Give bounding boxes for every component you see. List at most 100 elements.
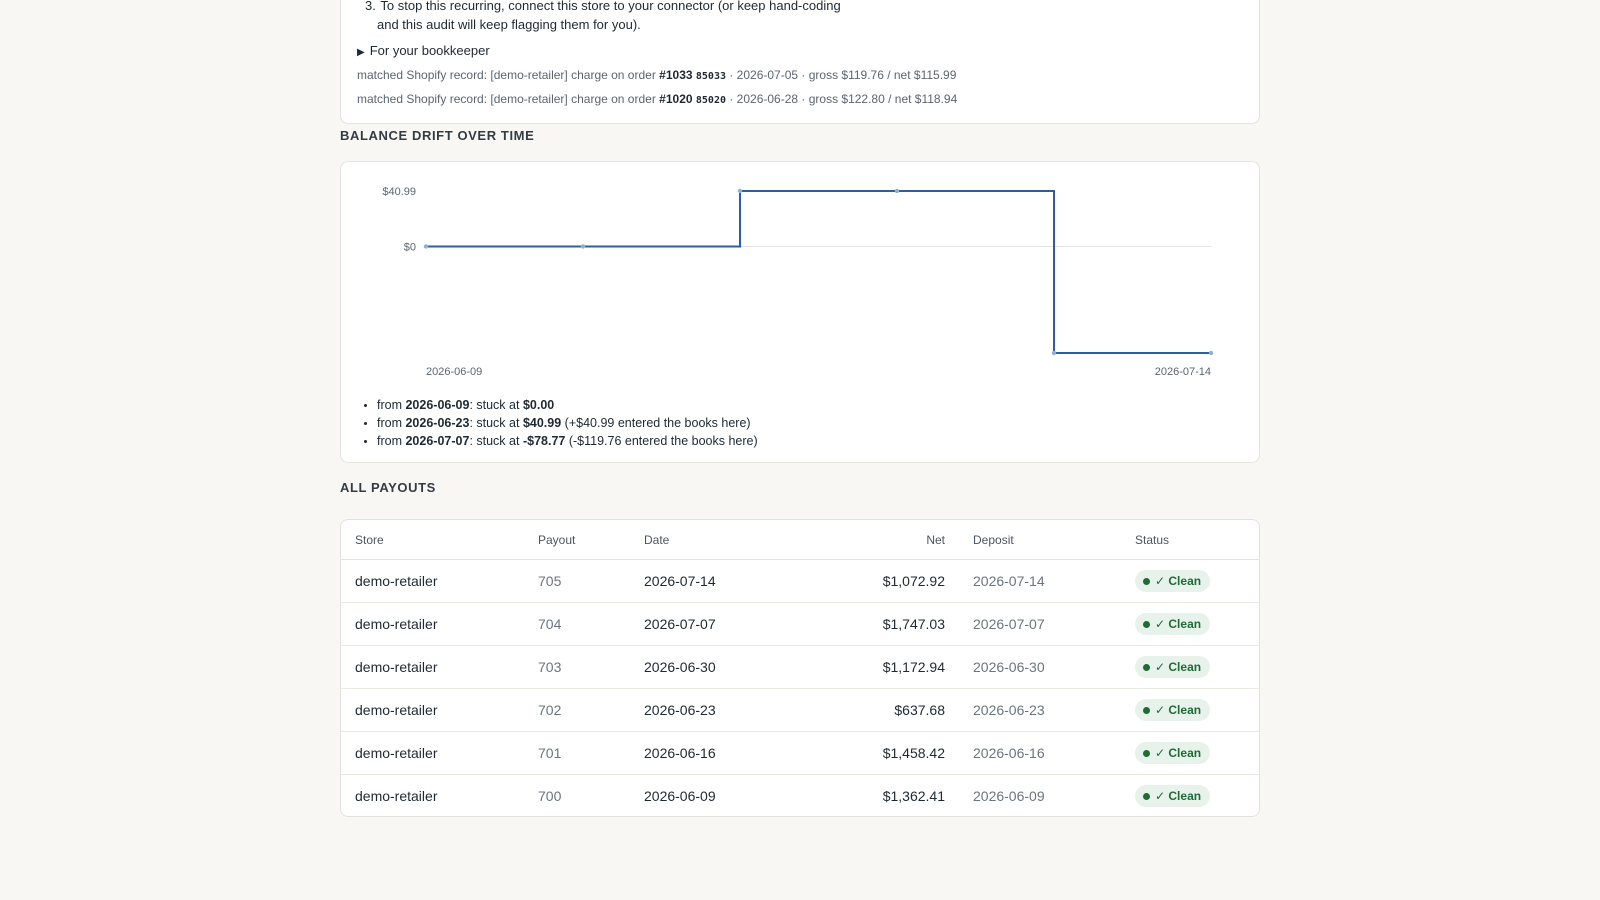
match-prefix: matched Shopify record: [demo-retailer] … [357, 92, 656, 106]
payouts-section-title: All payouts [340, 480, 436, 495]
column-header-status[interactable]: Status [1121, 520, 1259, 560]
table-row[interactable]: demo-retailer 705 2026-07-14 $1,072.92 2… [341, 559, 1259, 603]
status-text: ✓ Clean [1155, 574, 1202, 588]
match-suffix: · 2026-06-28 · gross $122.80 / net $118.… [729, 92, 958, 106]
match-code: 85033 [695, 71, 726, 82]
cell-payout: 705 [524, 559, 630, 603]
cell-date: 2026-06-09 [644, 788, 716, 804]
cell-net: $637.68 [808, 688, 959, 732]
drift-item: from 2026-06-09: stuck at $0.00 [377, 396, 758, 414]
y-tick-label: $0 [404, 241, 416, 253]
cell-payout: 702 [524, 688, 630, 732]
step-3-line-1: 3. To stop this recurring, connect this … [365, 0, 841, 13]
status-dot-icon [1143, 792, 1150, 800]
status-text: ✓ Clean [1155, 746, 1202, 760]
status-dot-icon [1143, 663, 1150, 671]
cell-payout: 703 [524, 645, 630, 689]
cell-deposit: 2026-07-14 [959, 559, 1121, 603]
cell-deposit: 2026-06-16 [959, 731, 1121, 775]
column-header-date[interactable]: Date [630, 520, 808, 560]
bookkeeper-disclosure[interactable]: ▶ For your bookkeeper [357, 43, 490, 58]
cell-date: 2026-06-30 [630, 645, 808, 689]
column-header-payout[interactable]: Payout [524, 520, 630, 560]
status-dot-icon [1143, 577, 1150, 585]
data-point [1051, 350, 1057, 356]
match-record: matched Shopify record: [demo-retailer] … [357, 92, 957, 106]
cell-store: demo-retailer [355, 788, 438, 804]
cell-store: demo-retailer [341, 688, 524, 732]
status-dot-icon [1143, 749, 1150, 757]
cell-date: 2026-06-16 [630, 731, 808, 775]
data-point [1208, 350, 1214, 356]
status-text: ✓ Clean [1155, 789, 1202, 803]
drift-chart-card: $40.99 $0 2026-06-09 2026-07-14 from 2026-0… [340, 161, 1260, 463]
cell-net: $1,072.92 [808, 559, 959, 603]
balance-step-line [426, 190, 1211, 354]
cell-store: demo-retailer [341, 731, 524, 775]
status-text: ✓ Clean [1155, 660, 1202, 674]
payouts-table: Store Payout Date Net Deposit Status dem… [341, 520, 1259, 817]
cell-payout: 704 [524, 602, 630, 646]
status-badge: ✓ Clean [1135, 613, 1211, 635]
cell-store: demo-retailer [341, 645, 524, 689]
status-badge: ✓ Clean [1135, 699, 1211, 721]
cell-deposit: 2026-06-30 [959, 645, 1121, 689]
cell-date: 2026-07-07 [630, 602, 808, 646]
cell-net: $1,362.41 [882, 788, 945, 804]
cell-status: ✓ Clean [1121, 688, 1259, 732]
x-tick-label: 2026-07-14 [1155, 366, 1211, 378]
cell-status: ✓ Clean [1121, 775, 1259, 817]
status-badge: ✓ Clean [1135, 570, 1211, 592]
status-dot-icon [1143, 706, 1150, 714]
data-point [894, 188, 900, 194]
data-point [423, 244, 429, 249]
drift-item: from 2026-06-23: stuck at $40.99 (+$40.9… [377, 414, 758, 432]
x-tick-label: 2026-06-09 [426, 366, 482, 378]
payouts-table-card: Store Payout Date Net Deposit Status dem… [340, 519, 1260, 817]
cell-status: ✓ Clean [1121, 559, 1259, 603]
table-header-row: Store Payout Date Net Deposit Status [341, 520, 1259, 560]
cell-status: ✓ Clean [1121, 602, 1259, 646]
drift-summary-list: from 2026-06-09: stuck at $0.00 from 202… [361, 396, 758, 450]
step-3-text-1: To stop this recurring, connect this sto… [380, 0, 841, 13]
match-suffix: · 2026-07-05 · gross $119.76 / net $115.… [729, 68, 957, 82]
status-text: ✓ Clean [1155, 703, 1202, 717]
data-point [580, 244, 586, 249]
cell-payout: 700 [538, 788, 562, 804]
match-order: #1020 [659, 92, 693, 106]
cell-date: 2026-07-14 [630, 559, 808, 603]
match-code: 85020 [695, 95, 726, 106]
cell-deposit: 2026-06-09 [973, 788, 1045, 804]
audit-report: 3. To stop this recurring, connect this … [340, 0, 1260, 817]
drift-chart: $40.99 $0 2026-06-09 2026-07-14 [382, 186, 1214, 378]
table-row[interactable]: demo-retailer 702 2026-06-23 $637.68 202… [341, 688, 1259, 732]
column-header-store[interactable]: Store [341, 520, 524, 560]
findings-card: 3. To stop this recurring, connect this … [340, 0, 1260, 124]
status-badge: ✓ Clean [1135, 742, 1211, 764]
cell-store: demo-retailer [341, 559, 524, 603]
status-dot-icon [1143, 620, 1150, 628]
cell-date: 2026-06-23 [630, 688, 808, 732]
data-point [737, 188, 743, 194]
cell-deposit: 2026-07-07 [959, 602, 1121, 646]
step-3-line-2: and this audit will keep flagging them f… [377, 17, 641, 32]
drift-item: from 2026-07-07: stuck at -$78.77 (-$119… [377, 432, 758, 450]
table-row[interactable]: demo-retailer 704 2026-07-07 $1,747.03 2… [341, 602, 1259, 646]
cell-payout: 701 [524, 731, 630, 775]
step-number: 3. [365, 0, 376, 13]
cell-net: $1,172.94 [808, 645, 959, 689]
cell-status: ✓ Clean [1121, 645, 1259, 689]
status-badge: ✓ Clean [1135, 785, 1211, 807]
disclosure-triangle-icon: ▶ [357, 47, 365, 58]
cell-store: demo-retailer [341, 602, 524, 646]
column-header-deposit[interactable]: Deposit [959, 520, 1121, 560]
table-row[interactable]: demo-retailer 700 2026-06-09 $1,362.41 2… [341, 775, 1259, 817]
table-row[interactable]: demo-retailer 701 2026-06-16 $1,458.42 2… [341, 731, 1259, 775]
column-header-net[interactable]: Net [808, 520, 959, 560]
status-badge: ✓ Clean [1135, 656, 1211, 678]
match-record: matched Shopify record: [demo-retailer] … [357, 68, 956, 82]
drift-section-title: Balance drift over time [340, 128, 535, 143]
cell-net: $1,458.42 [808, 731, 959, 775]
cell-net: $1,747.03 [808, 602, 959, 646]
table-row[interactable]: demo-retailer 703 2026-06-30 $1,172.94 2… [341, 645, 1259, 689]
